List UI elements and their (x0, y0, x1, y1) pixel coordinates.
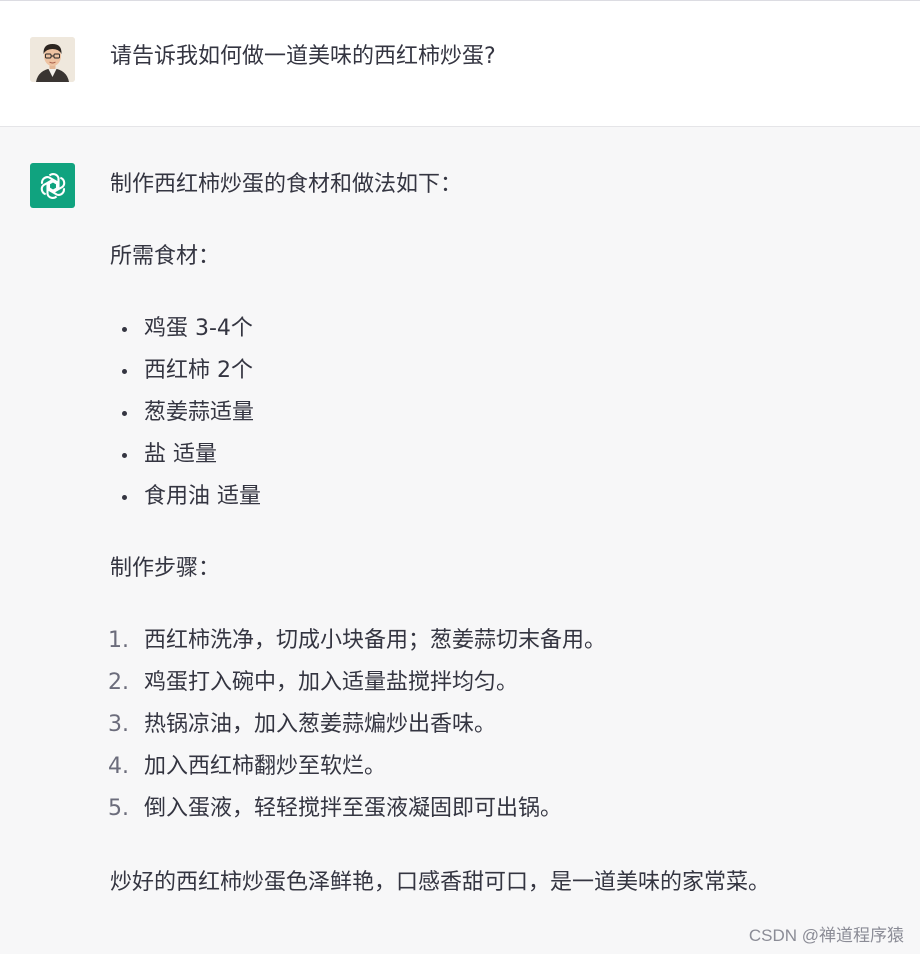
step-number: 3. (108, 712, 129, 737)
ingredient-text: 盐 适量 (144, 442, 217, 467)
assistant-avatar (30, 163, 75, 208)
assistant-message-row: 制作西红柿炒蛋的食材和做法如下： 所需食材： 鸡蛋 3-4个 西红柿 2个 葱姜… (0, 127, 920, 954)
ingredient-text: 葱姜蒜适量 (144, 400, 255, 425)
bullet-icon (122, 453, 127, 458)
step-text: 西红柿洗净，切成小块备用；葱姜蒜切末备用。 (144, 628, 607, 653)
user-message-row: 请告诉我如何做一道美味的西红柿炒蛋? (0, 1, 920, 127)
step-number: 2. (108, 670, 129, 695)
step-number: 5. (108, 796, 129, 821)
step-text: 热锅凉油，加入葱姜蒜煸炒出香味。 (144, 712, 497, 737)
user-avatar (30, 37, 75, 82)
conclusion-text: 炒好的西红柿炒蛋色泽鲜艳，口感香甜可口，是一道美味的家常菜。 (110, 870, 771, 895)
ingredient-text: 食用油 适量 (144, 484, 261, 509)
steps-heading: 制作步骤： (110, 556, 221, 581)
intro-text: 制作西红柿炒蛋的食材和做法如下： (110, 172, 463, 197)
bullet-icon (122, 327, 127, 332)
step-number: 4. (108, 754, 129, 779)
user-avatar-icon (30, 37, 75, 82)
ingredient-text: 西红柿 2个 (144, 358, 253, 383)
ingredients-heading: 所需食材： (110, 244, 221, 269)
step-text: 倒入蛋液，轻轻搅拌至蛋液凝固即可出锅。 (144, 796, 563, 821)
user-message-text: 请告诉我如何做一道美味的西红柿炒蛋? (110, 44, 496, 69)
bullet-icon (122, 495, 127, 500)
bullet-icon (122, 369, 127, 374)
openai-logo-icon (40, 172, 65, 199)
step-text: 加入西红柿翻炒至软烂。 (144, 754, 387, 779)
ingredient-text: 鸡蛋 3-4个 (144, 316, 253, 341)
step-text: 鸡蛋打入碗中，加入适量盐搅拌均匀。 (144, 670, 519, 695)
bullet-icon (122, 411, 127, 416)
csdn-watermark: CSDN @禅道程序猿 (748, 926, 904, 945)
step-number: 1. (108, 628, 129, 653)
